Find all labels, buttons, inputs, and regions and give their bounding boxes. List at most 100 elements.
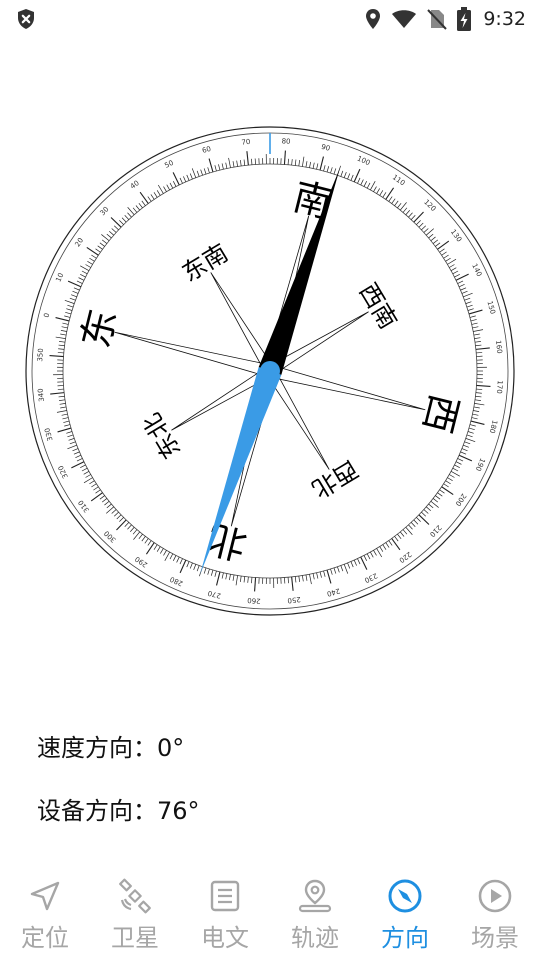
- dial-tick: [59, 399, 66, 401]
- dial-tick: [430, 236, 436, 242]
- nav-label: 定位: [21, 924, 69, 952]
- dial-tick: [353, 559, 357, 566]
- dial-degree-label: 330: [43, 427, 54, 442]
- dial-tick: [81, 467, 88, 472]
- dial-degree-label: 50: [163, 159, 175, 170]
- dial-tick: [85, 264, 91, 268]
- nav-item-track[interactable]: 轨迹: [270, 876, 360, 953]
- dial-tick: [466, 304, 473, 308]
- dial-tick: [376, 188, 381, 194]
- dial-tick: [243, 576, 246, 583]
- document-icon: [208, 876, 242, 916]
- dial-tick: [476, 384, 491, 387]
- nav-item-scene[interactable]: 场景: [450, 876, 540, 953]
- dial-tick: [61, 413, 68, 416]
- dial-tick: [298, 160, 300, 167]
- location-icon: [365, 8, 381, 30]
- dial-degree-label: 120: [422, 198, 437, 213]
- dial-tick: [447, 477, 453, 482]
- dial-tick: [474, 399, 481, 401]
- dial-tick: [64, 300, 75, 304]
- dial-tick: [388, 196, 393, 202]
- nav-item-satellite[interactable]: 卫星: [90, 876, 180, 953]
- dial-tick: [326, 569, 332, 584]
- nav-label: 轨迹: [291, 924, 339, 952]
- dial-tick: [316, 572, 319, 579]
- dial-tick: [441, 251, 447, 256]
- dial-tick: [147, 196, 152, 202]
- dial-tick: [421, 511, 427, 517]
- label-west: 西: [415, 390, 467, 438]
- dial-tick: [467, 431, 474, 434]
- dial-tick: [402, 207, 408, 213]
- dial-tick: [319, 571, 322, 578]
- dial-degree-label: 20: [74, 236, 86, 248]
- nav-item-message[interactable]: 电文: [180, 876, 270, 953]
- dial-tick: [119, 517, 124, 522]
- dial-tick: [370, 551, 374, 558]
- dial-tick: [72, 290, 79, 294]
- dial-tick: [64, 424, 71, 427]
- nav-label: 电文: [201, 924, 249, 952]
- dial-tick: [221, 163, 224, 170]
- dial-tick: [357, 177, 361, 184]
- nav-item-direction[interactable]: 方向: [360, 876, 450, 953]
- dial-tick: [470, 319, 477, 322]
- dial-tick: [471, 322, 478, 325]
- dial-tick: [408, 524, 413, 530]
- dial-tick: [397, 202, 402, 209]
- dial-tick: [287, 577, 289, 584]
- dial-degree-label: 310: [77, 498, 91, 514]
- dial-tick: [457, 280, 464, 284]
- dial-tick: [55, 336, 66, 339]
- dial-degree-label: 250: [287, 595, 301, 604]
- bottom-nav: 定位 卫星 电文 轨迹 方向 场景: [0, 876, 540, 960]
- dial-tick: [67, 434, 74, 438]
- label-east: 东: [73, 305, 125, 353]
- dial-tick: [309, 574, 312, 585]
- dial-tick: [60, 406, 67, 409]
- dial-degree-label: 340: [37, 388, 46, 402]
- wifi-icon: [391, 9, 417, 29]
- dial-tick: [163, 550, 167, 556]
- dial-degree-label: 320: [57, 464, 70, 480]
- dial-tick: [80, 273, 86, 278]
- dial-tick: [370, 181, 376, 191]
- dial-tick: [394, 200, 399, 206]
- dial-tick: [366, 182, 371, 189]
- dial-tick: [240, 575, 242, 582]
- dial-tick: [475, 344, 482, 347]
- dial-tick: [312, 162, 315, 169]
- dial-tick: [207, 167, 210, 174]
- dial-degree-label: 170: [495, 380, 504, 394]
- dial-tick: [110, 217, 122, 228]
- dial-tick: [464, 441, 471, 445]
- no-sim-icon: [427, 8, 448, 30]
- dial-tick: [225, 573, 228, 580]
- dial-tick: [455, 461, 462, 465]
- dial-degree-label: 200: [454, 492, 468, 508]
- dial-tick: [119, 220, 124, 225]
- dial-tick: [59, 341, 66, 343]
- nav-item-locate[interactable]: 定位: [0, 876, 90, 953]
- dial-tick: [460, 287, 467, 291]
- dial-tick: [421, 225, 427, 231]
- nav-label: 方向: [381, 924, 429, 952]
- dial-tick: [435, 242, 441, 247]
- dial-degree-label: 70: [241, 138, 251, 147]
- dial-tick: [465, 301, 472, 304]
- dial-tick: [457, 458, 464, 462]
- dial-tick: [330, 167, 333, 174]
- dial-tick: [80, 265, 90, 271]
- label-southwest: 西南: [354, 278, 403, 334]
- dial-tick: [251, 577, 253, 584]
- dial-tick: [312, 573, 315, 580]
- dial-tick: [66, 308, 73, 311]
- dial-tick: [460, 451, 467, 455]
- dial-tick: [240, 160, 242, 167]
- dial-degree-label: 180: [488, 419, 499, 434]
- dial-tick: [447, 258, 457, 265]
- dial-tick: [225, 162, 228, 169]
- dial-degree-label: 60: [201, 145, 212, 155]
- dial-tick: [343, 564, 349, 574]
